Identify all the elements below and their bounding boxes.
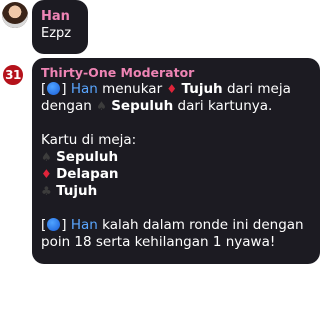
card-name: Tujuh bbox=[56, 183, 98, 199]
moderator-avatar[interactable]: 31 bbox=[1, 63, 25, 87]
message-bubble-han: Han Ezpz bbox=[32, 0, 88, 54]
spade-suit-icon: ♠ bbox=[96, 99, 107, 113]
message-author[interactable]: Han bbox=[41, 8, 79, 25]
bracket-close: ] bbox=[61, 81, 67, 97]
card-name: Tujuh bbox=[181, 81, 223, 97]
line-text: dari kartunya. bbox=[177, 98, 273, 114]
player-name: Han bbox=[70, 81, 98, 97]
player-flag-icon bbox=[47, 218, 61, 231]
table-card: ♦ Delapan bbox=[41, 166, 311, 183]
moderator-line: dengan ♠ Sepuluh dari kartunya. bbox=[41, 98, 311, 115]
table-card: ♠ Sepuluh bbox=[41, 149, 311, 166]
line-text: kalah dalam ronde ini dengan bbox=[102, 217, 304, 233]
club-suit-icon: ♣ bbox=[41, 184, 52, 198]
player-name: Han bbox=[70, 217, 98, 233]
bracket-open: [ bbox=[41, 217, 47, 233]
card-name: Delapan bbox=[56, 166, 119, 182]
message-bubble-moderator: Thirty-One Moderator [] Han menukar ♦ Tu… bbox=[32, 58, 320, 264]
message-author[interactable]: Thirty-One Moderator bbox=[41, 65, 311, 81]
diamond-suit-icon: ♦ bbox=[166, 82, 178, 96]
verb-text: menukar bbox=[102, 81, 163, 97]
line-text: dengan bbox=[41, 98, 92, 114]
table-card: ♣ Tujuh bbox=[41, 183, 311, 200]
result-line: [] Han kalah dalam ronde ini dengan bbox=[41, 217, 311, 234]
moderator-line: [] Han menukar ♦ Tujuh dari meja bbox=[41, 81, 311, 98]
bracket-close: ] bbox=[61, 217, 67, 233]
message-text: Ezpz bbox=[41, 26, 72, 41]
line-text: dari meja bbox=[226, 81, 291, 97]
table-heading: Kartu di meja: bbox=[41, 132, 137, 148]
user-avatar[interactable] bbox=[2, 2, 28, 28]
player-flag-icon bbox=[47, 82, 61, 95]
diamond-suit-icon: ♦ bbox=[41, 167, 52, 181]
card-name: Sepuluh bbox=[111, 98, 174, 114]
spade-suit-icon: ♠ bbox=[41, 150, 52, 164]
result-line: poin 18 serta kehilangan 1 nyawa! bbox=[41, 234, 276, 250]
card-name: Sepuluh bbox=[56, 149, 119, 165]
bracket-open: [ bbox=[41, 81, 47, 97]
